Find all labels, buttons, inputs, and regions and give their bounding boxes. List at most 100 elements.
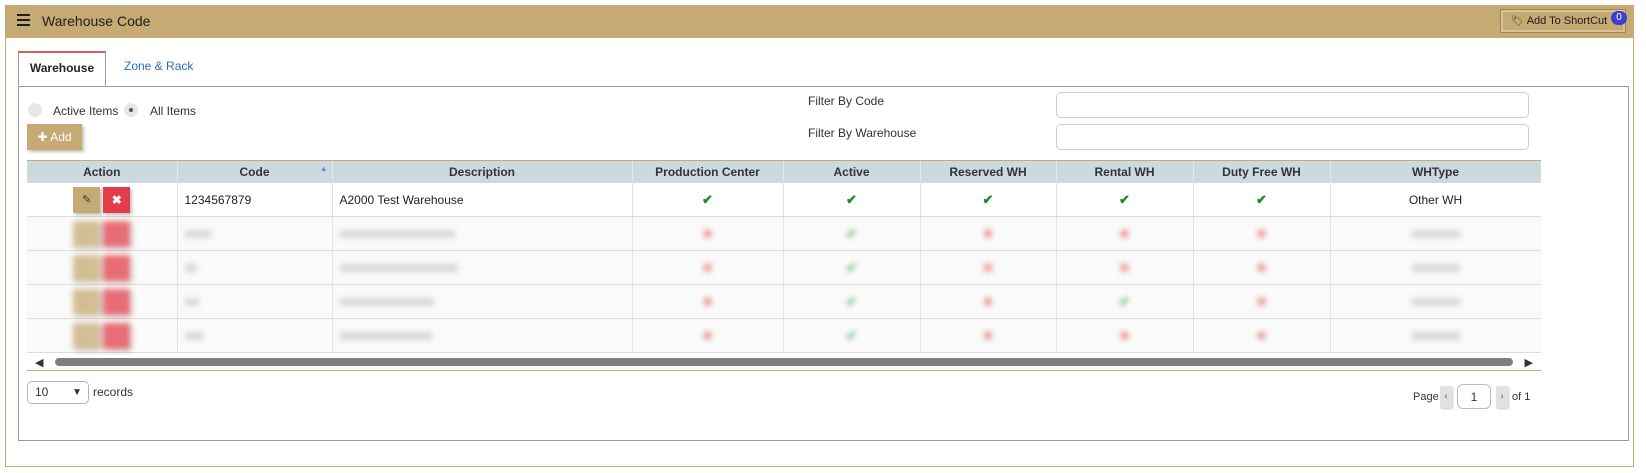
edit-icon[interactable]: ✎ bbox=[73, 186, 101, 213]
scrollbar-thumb[interactable] bbox=[55, 358, 1513, 366]
delete-icon bbox=[103, 220, 131, 247]
blurred-table-row: ✖ ✔ ✖ ✖ ✖ bbox=[27, 250, 1541, 285]
redacted-code bbox=[184, 229, 211, 238]
add-button[interactable]: ✚ Add bbox=[27, 124, 82, 150]
description-cell: A2000 Test Warehouse bbox=[332, 183, 633, 217]
active-cell: ✔ bbox=[783, 183, 921, 217]
column-header-duty-free-wh[interactable]: Duty Free WH bbox=[1193, 161, 1331, 183]
cross-icon: ✖ bbox=[1256, 226, 1267, 241]
filter-warehouse-label: Filter By Warehouse bbox=[808, 126, 917, 140]
table-row[interactable]: ✎ ✖ 1234567879 A2000 Test Warehouse ✔ ✔ ✔… bbox=[27, 183, 1541, 217]
redacted-whtype bbox=[1411, 331, 1460, 340]
redacted-code bbox=[184, 263, 197, 272]
redacted-code bbox=[184, 297, 199, 306]
add-to-shortcut-button[interactable]: 🏷 Add To ShortCut 0 bbox=[1500, 9, 1627, 33]
filter-code-input[interactable] bbox=[1056, 92, 1529, 118]
redacted-whtype bbox=[1411, 229, 1460, 238]
check-icon: ✔ bbox=[846, 191, 857, 207]
action-cell: ✎ ✖ bbox=[27, 183, 178, 217]
cross-icon: ✖ bbox=[702, 260, 713, 275]
redacted-whtype bbox=[1411, 263, 1460, 272]
active-items-label: Active Items bbox=[53, 104, 119, 118]
column-header-reserved-wh[interactable]: Reserved WH bbox=[920, 161, 1057, 183]
hamburger-icon[interactable] bbox=[17, 14, 30, 27]
scroll-right-icon[interactable]: ▶ bbox=[1525, 356, 1533, 369]
delete-icon bbox=[103, 288, 131, 315]
cross-icon: ✖ bbox=[1256, 328, 1267, 343]
cross-icon: ✖ bbox=[702, 226, 713, 241]
filter-warehouse-input[interactable] bbox=[1056, 124, 1529, 150]
page-title: Warehouse Code bbox=[42, 13, 151, 29]
filter-code-label: Filter By Code bbox=[808, 94, 885, 108]
chevron-down-icon: ▼ bbox=[72, 387, 82, 398]
column-header-code[interactable]: Code ▲ bbox=[177, 161, 333, 183]
duty-free-wh-cell: ✔ bbox=[1193, 183, 1331, 217]
shortcut-label: Add To ShortCut bbox=[1526, 15, 1608, 27]
warehouse-table: Action Code ▲ Description Production Cent… bbox=[27, 160, 1541, 357]
column-header-rental-wh[interactable]: Rental WH bbox=[1056, 161, 1194, 183]
check-icon: ✔ bbox=[846, 225, 857, 241]
delete-icon bbox=[103, 322, 131, 349]
blurred-table-row: ✖ ✔ ✖ ✖ ✖ bbox=[27, 318, 1541, 353]
check-icon: ✔ bbox=[982, 191, 994, 207]
redacted-description bbox=[339, 331, 432, 340]
delete-icon[interactable]: ✖ bbox=[103, 186, 131, 213]
code-cell: 1234567879 bbox=[177, 183, 333, 217]
tab-warehouse[interactable]: Warehouse bbox=[18, 51, 106, 86]
cross-icon: ✖ bbox=[982, 294, 994, 309]
prev-page-icon[interactable]: ‹ bbox=[1440, 386, 1452, 408]
check-icon: ✔ bbox=[846, 259, 857, 275]
edit-icon bbox=[73, 220, 101, 247]
next-page-icon[interactable]: › bbox=[1496, 386, 1508, 408]
column-header-description[interactable]: Description bbox=[332, 161, 633, 183]
records-label: records bbox=[93, 385, 134, 399]
cross-icon: ✖ bbox=[702, 294, 713, 309]
add-label: Add bbox=[50, 130, 72, 144]
blurred-table-row: ✖ ✔ ✖ ✖ ✖ bbox=[27, 216, 1541, 251]
page-number-input[interactable] bbox=[1457, 384, 1491, 409]
title-bar: Warehouse Code 🏷 Add To ShortCut 0 bbox=[5, 5, 1634, 38]
cross-icon: ✖ bbox=[1256, 260, 1267, 275]
delete-icon bbox=[103, 254, 131, 281]
all-items-radio[interactable] bbox=[124, 103, 138, 117]
column-header-whtype[interactable]: WHType bbox=[1330, 161, 1541, 183]
check-icon: ✔ bbox=[1256, 191, 1267, 207]
cross-icon: ✖ bbox=[1119, 226, 1130, 241]
edit-icon bbox=[73, 254, 101, 281]
production-center-cell: ✔ bbox=[632, 183, 784, 217]
blurred-table-row: ✖ ✔ ✖ ✔ ✖ bbox=[27, 284, 1541, 319]
redacted-whtype bbox=[1411, 297, 1460, 306]
column-header-production-center[interactable]: Production Center bbox=[632, 161, 784, 183]
column-header-action[interactable]: Action bbox=[27, 161, 178, 183]
horizontal-scrollbar[interactable]: ◀ ▶ bbox=[27, 355, 1541, 369]
check-icon: ✔ bbox=[1119, 191, 1130, 207]
page-size-select[interactable]: 10 ▼ bbox=[27, 381, 89, 404]
column-header-active[interactable]: Active bbox=[783, 161, 921, 183]
edit-icon bbox=[73, 322, 101, 349]
cross-icon: ✖ bbox=[1119, 328, 1130, 343]
cross-icon: ✖ bbox=[1119, 260, 1130, 275]
active-items-radio[interactable] bbox=[28, 103, 42, 117]
check-icon: ✔ bbox=[702, 191, 713, 207]
cross-icon: ✖ bbox=[982, 260, 994, 275]
redacted-description bbox=[339, 297, 434, 306]
plus-icon: ✚ bbox=[37, 130, 48, 144]
scroll-left-icon[interactable]: ◀ bbox=[35, 356, 43, 369]
edit-icon bbox=[73, 288, 101, 315]
page-label: Page bbox=[1413, 391, 1439, 403]
page-total-label: of 1 bbox=[1512, 391, 1531, 403]
redacted-description bbox=[339, 229, 455, 238]
table-header-row: Action Code ▲ Description Production Cent… bbox=[27, 161, 1541, 183]
all-items-label: All Items bbox=[150, 104, 197, 118]
check-icon: ✔ bbox=[846, 327, 857, 343]
redacted-code bbox=[184, 331, 203, 340]
cross-icon: ✖ bbox=[982, 328, 994, 343]
check-icon: ✔ bbox=[846, 293, 857, 309]
rental-wh-cell: ✔ bbox=[1056, 183, 1194, 217]
redacted-description bbox=[339, 263, 458, 272]
reserved-wh-cell: ✔ bbox=[920, 183, 1057, 217]
tab-zone-rack[interactable]: Zone & Rack bbox=[112, 51, 205, 86]
tag-icon: 🏷 bbox=[1511, 16, 1524, 27]
sort-ascending-icon: ▲ bbox=[319, 164, 328, 173]
footer-divider bbox=[27, 370, 1541, 371]
